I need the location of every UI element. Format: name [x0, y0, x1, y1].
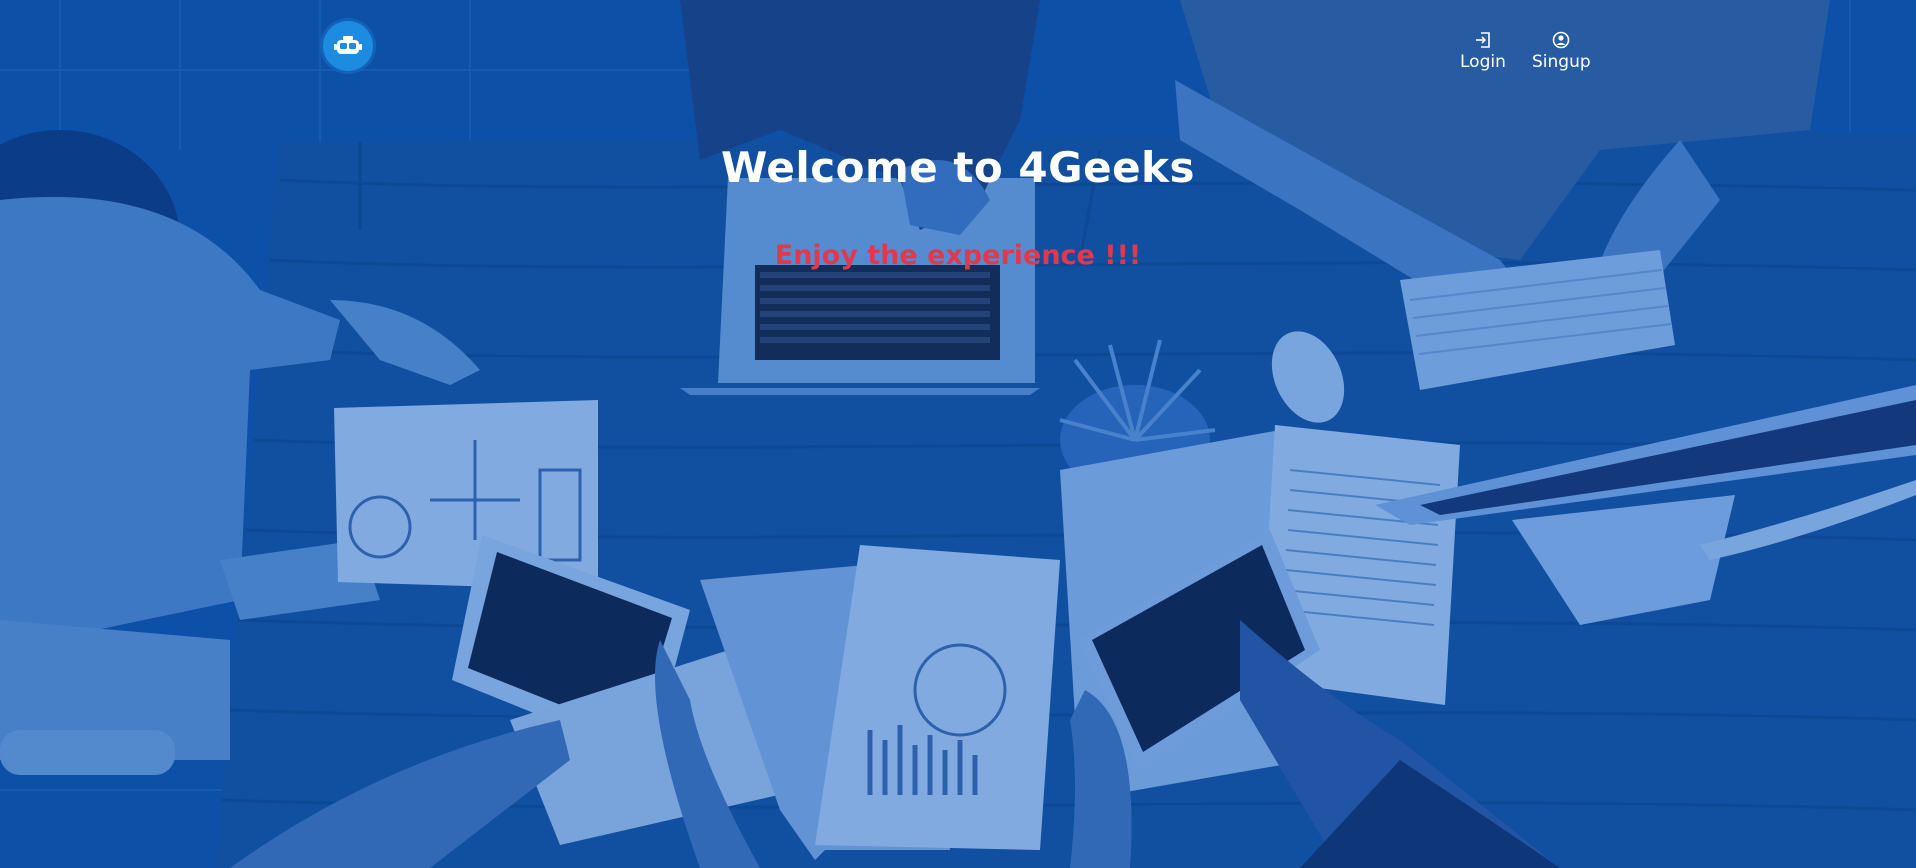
hero-background-image: [0, 0, 1916, 868]
signup-label: Singup: [1532, 52, 1591, 72]
signup-link[interactable]: Singup: [1532, 31, 1591, 72]
robot-logo-icon[interactable]: [323, 21, 373, 71]
login-label: Login: [1460, 52, 1506, 72]
user-circle-icon: [1553, 31, 1570, 49]
hero-subtitle: Enjoy the experience !!!: [774, 240, 1142, 271]
landing-page: Login Singup Welcome to 4Geeks Enjoy the…: [0, 0, 1916, 868]
login-link[interactable]: Login: [1460, 31, 1506, 72]
navbar: Login Singup: [0, 0, 1916, 92]
hero-title: Welcome to 4Geeks: [721, 143, 1195, 192]
login-icon: [1475, 32, 1490, 48]
